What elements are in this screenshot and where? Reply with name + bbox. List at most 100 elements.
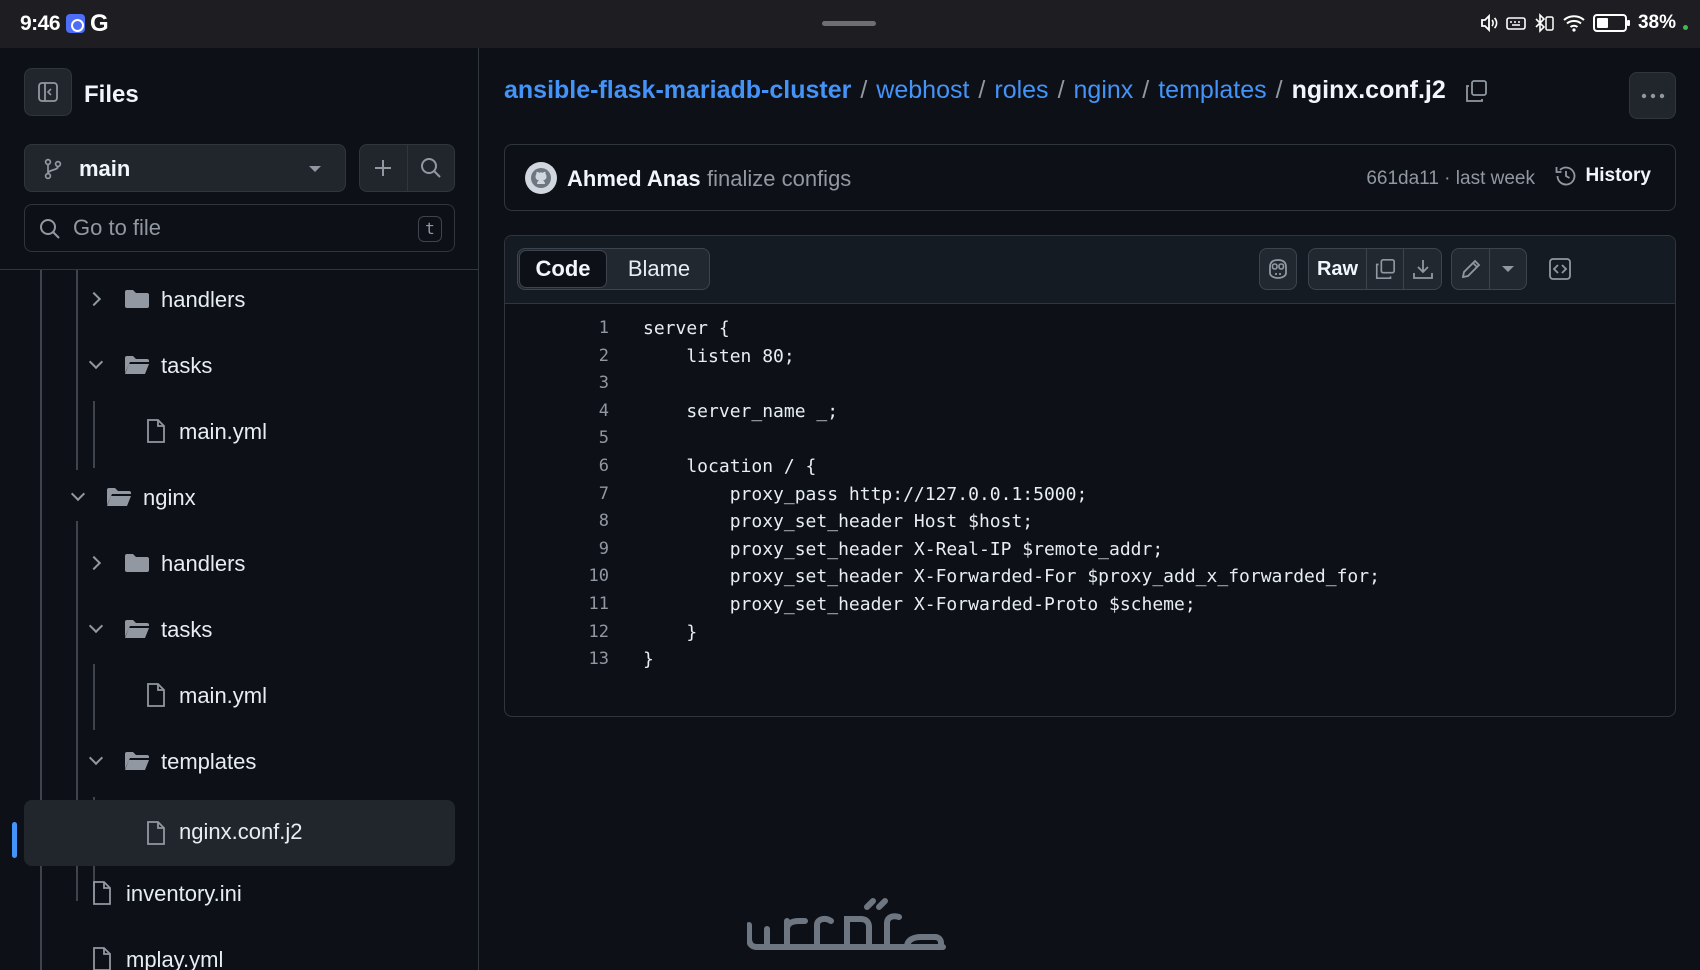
raw-button[interactable]: Raw <box>1309 249 1367 289</box>
file-icon <box>147 419 165 443</box>
code-line: 3 <box>505 370 1675 398</box>
code-line: 2 listen 80; <box>505 343 1675 371</box>
chevron-right-icon <box>86 555 102 571</box>
line-number[interactable]: 8 <box>505 508 609 536</box>
file-header: Code Blame Raw <box>505 236 1675 304</box>
drag-handle[interactable] <box>822 21 876 26</box>
tree-item-folder[interactable]: handlers <box>24 536 455 594</box>
github-mark-icon <box>531 168 551 188</box>
sidebar-header: Files main t <box>0 48 478 270</box>
tree-item-file[interactable]: mplay.yml <box>24 932 455 970</box>
line-content: } <box>643 649 654 671</box>
line-content: proxy_set_header X-Forwarded-For $proxy_… <box>643 566 1380 588</box>
google-icon: G <box>90 10 109 37</box>
keyboard-icon <box>1506 17 1526 30</box>
line-number[interactable]: 5 <box>505 425 609 453</box>
breadcrumb-link-templates[interactable]: templates <box>1158 76 1266 105</box>
go-to-file-input[interactable] <box>73 215 373 241</box>
sidebar-collapse-icon <box>38 82 58 102</box>
line-number[interactable]: 3 <box>505 370 609 398</box>
watermark-logo <box>747 898 946 950</box>
code-line: 5 <box>505 425 1675 453</box>
breadcrumb-repo-link[interactable]: ansible-flask-mariadb-cluster <box>504 76 851 105</box>
line-number[interactable]: 4 <box>505 398 609 426</box>
code-line: 6 location / { <box>505 453 1675 481</box>
history-label: History <box>1585 165 1651 186</box>
line-number[interactable]: 10 <box>505 563 609 591</box>
chevron-down-icon <box>88 354 104 370</box>
breadcrumb-separator: / <box>1057 76 1065 104</box>
edit-options-dropdown[interactable] <box>1490 249 1526 289</box>
tree-item-label: handlers <box>161 287 246 312</box>
code-line: 8 proxy_set_header Host $host; <box>505 508 1675 536</box>
tree-item-file[interactable]: main.yml <box>24 404 455 462</box>
line-number[interactable]: 11 <box>505 591 609 619</box>
breadcrumb-separator: / <box>1275 76 1283 104</box>
view-toggle: Code Blame <box>517 248 710 290</box>
line-content: } <box>643 621 698 643</box>
line-number[interactable]: 9 <box>505 536 609 564</box>
copilot-button[interactable] <box>1259 248 1297 290</box>
edit-file-button[interactable] <box>1452 249 1490 289</box>
copy-path-button[interactable] <box>1464 79 1488 103</box>
tree-item-folder[interactable]: tasks <box>24 338 455 396</box>
more-options-button[interactable] <box>1629 72 1676 119</box>
chevron-down-icon <box>70 486 86 502</box>
tree-item-file[interactable]: main.yml <box>24 668 455 726</box>
collapse-sidebar-button[interactable] <box>24 68 72 116</box>
code-line: 10 proxy_set_header X-Forwarded-For $pro… <box>505 563 1675 591</box>
commit-sha-and-time[interactable]: 661da11 · last week <box>1366 168 1535 190</box>
breadcrumb-link-nginx[interactable]: nginx <box>1074 76 1134 105</box>
tree-item-label: main.yml <box>179 683 268 708</box>
line-number[interactable]: 2 <box>505 343 609 371</box>
tab-code[interactable]: Code <box>519 250 607 288</box>
code-view[interactable]: 1 server {2 listen 80; 3 4 server_name _; 5 6… <box>505 305 1675 674</box>
tree-item-label: nginx.conf.j2 <box>179 819 303 844</box>
tree-item-label: mplay.yml <box>126 947 224 970</box>
branch-name: main <box>79 156 131 181</box>
download-button[interactable] <box>1404 249 1441 289</box>
breadcrumb-current-file: nginx.conf.j2 <box>1291 76 1446 104</box>
commit-message[interactable]: finalize configs <box>707 166 851 192</box>
git-branch-icon <box>44 158 62 180</box>
tree-item-folder[interactable]: tasks <box>24 602 455 660</box>
chevron-down-icon <box>88 750 104 766</box>
tree-item-file[interactable]: inventory.ini <box>24 866 455 924</box>
sidebar-actions <box>359 144 455 192</box>
volume-icon <box>1481 13 1498 33</box>
tab-blame[interactable]: Blame <box>610 250 708 288</box>
tree-item-folder[interactable]: handlers <box>24 272 455 330</box>
line-content: proxy_set_header X-Real-IP $remote_addr; <box>643 538 1164 560</box>
copy-raw-button[interactable] <box>1367 249 1404 289</box>
symbols-panel-button[interactable] <box>1541 248 1579 290</box>
line-number[interactable]: 6 <box>505 453 609 481</box>
code-square-icon <box>1549 258 1571 280</box>
tree-item-file-selected[interactable]: nginx.conf.j2 <box>24 800 455 866</box>
tree-item-folder[interactable]: nginx <box>24 470 455 528</box>
copy-icon <box>1465 79 1487 102</box>
add-file-button[interactable] <box>360 145 408 191</box>
search-files-button[interactable] <box>408 145 455 191</box>
line-number[interactable]: 7 <box>505 481 609 509</box>
status-dot <box>1683 24 1688 30</box>
tree-item-label: tasks <box>161 617 213 642</box>
breadcrumb-link-webhost[interactable]: webhost <box>876 76 969 105</box>
breadcrumb-separator: / <box>978 76 986 104</box>
history-button[interactable]: History <box>1554 164 1651 188</box>
raw-label: Raw <box>1316 257 1359 280</box>
avatar[interactable] <box>525 162 557 194</box>
keyboard-shortcut-hint: t <box>418 216 442 242</box>
battery-icon <box>1592 14 1630 32</box>
breadcrumb-link-roles[interactable]: roles <box>994 76 1048 105</box>
commit-author[interactable]: Ahmed Anas <box>567 166 701 192</box>
line-number[interactable]: 12 <box>505 619 609 647</box>
go-to-file-search[interactable]: t <box>24 204 455 252</box>
line-number[interactable]: 13 <box>505 646 609 674</box>
code-line: 13} <box>505 646 1675 674</box>
chevron-down-icon <box>309 166 321 172</box>
pencil-icon <box>1461 259 1480 279</box>
tree-item-folder[interactable]: templates <box>24 734 455 792</box>
branch-selector[interactable]: main <box>24 144 346 192</box>
chevron-down-icon <box>1502 266 1514 272</box>
line-number[interactable]: 1 <box>505 315 609 343</box>
